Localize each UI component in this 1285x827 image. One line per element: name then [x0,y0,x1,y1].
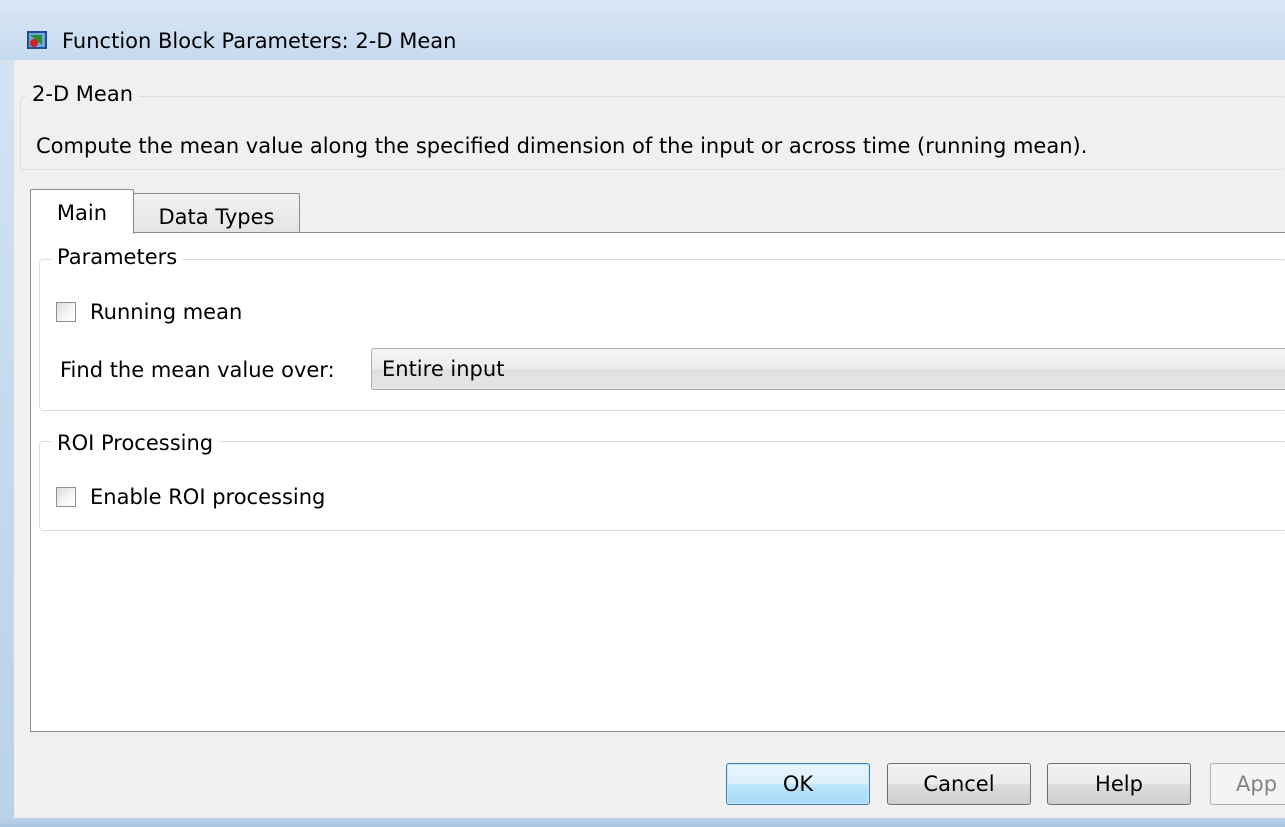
running-mean-option[interactable]: Running mean [56,300,316,326]
enable-roi-option[interactable]: Enable ROI processing [56,485,376,511]
tab-data-types-label: Data Types [158,205,275,229]
window-title: Function Block Parameters: 2-D Mean [62,29,457,53]
tab-data-types[interactable]: Data Types [133,193,300,235]
dialog-window: Function Block Parameters: 2-D Mean 2-D … [0,0,1285,827]
title-bar[interactable]: Function Block Parameters: 2-D Mean [0,0,1285,60]
simulink-block-icon [27,31,47,49]
tab-main[interactable]: Main [30,189,134,234]
cancel-button[interactable]: Cancel [887,763,1031,805]
tab-panel-main: Parameters Running mean Find the mean va… [30,232,1285,732]
parameters-legend: Parameters [51,245,184,269]
tab-main-label: Main [56,201,108,225]
window-left-border [0,60,14,827]
mean-over-dropdown[interactable]: Entire input [371,348,1285,390]
enable-roi-label: Enable ROI processing [90,485,326,509]
roi-processing-legend: ROI Processing [51,431,220,455]
block-name-legend: 2-D Mean [26,82,140,106]
mean-over-value: Entire input [382,357,505,381]
mean-over-label: Find the mean value over: [60,358,335,382]
enable-roi-checkbox[interactable] [56,487,76,507]
help-button[interactable]: Help [1047,763,1191,805]
block-description-group [20,96,1285,170]
window-bottom-border [0,818,1285,827]
ok-button[interactable]: OK [726,763,870,805]
block-description: Compute the mean value along the specifi… [36,134,1088,158]
running-mean-label: Running mean [90,300,243,324]
running-mean-checkbox[interactable] [56,302,76,322]
apply-button: App [1210,763,1285,805]
